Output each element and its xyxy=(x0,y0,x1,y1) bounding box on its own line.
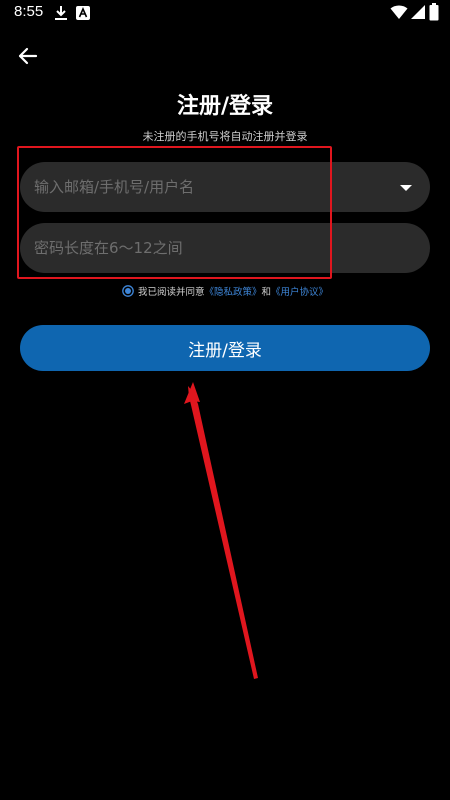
download-icon xyxy=(54,5,68,25)
arrow-left-icon xyxy=(18,47,38,65)
radio-checked-icon xyxy=(122,285,134,297)
agreement-and: 和 xyxy=(261,287,272,298)
account-input[interactable] xyxy=(34,162,374,212)
annotation-arrow xyxy=(184,382,258,679)
back-button[interactable] xyxy=(14,42,42,70)
signal-icon xyxy=(410,4,426,24)
agreement-prefix: 我已阅读并同意 xyxy=(137,287,205,298)
agreement-radio[interactable] xyxy=(122,285,134,297)
status-bar: 8:55 xyxy=(0,0,450,26)
battery-icon xyxy=(429,3,439,25)
page-subtitle: 未注册的手机号将自动注册并登录 xyxy=(142,130,308,143)
page-title: 注册/登录 xyxy=(176,94,274,119)
privacy-policy-link[interactable]: 《隐私政策》 xyxy=(204,287,261,298)
register-login-button[interactable]: 注册/登录 xyxy=(20,325,430,371)
user-agreement-link[interactable]: 《用户协议》 xyxy=(271,287,328,298)
account-field xyxy=(20,162,430,212)
status-time: 8:55 xyxy=(14,3,44,20)
password-input[interactable] xyxy=(34,223,374,273)
wifi-icon xyxy=(390,4,408,24)
password-field xyxy=(20,223,430,273)
triangle-down-icon xyxy=(400,185,412,191)
a-notification-icon xyxy=(76,5,90,24)
account-dropdown-button[interactable] xyxy=(396,177,416,197)
agreement-row: 我已阅读并同意《隐私政策》和《用户协议》 xyxy=(0,284,450,298)
